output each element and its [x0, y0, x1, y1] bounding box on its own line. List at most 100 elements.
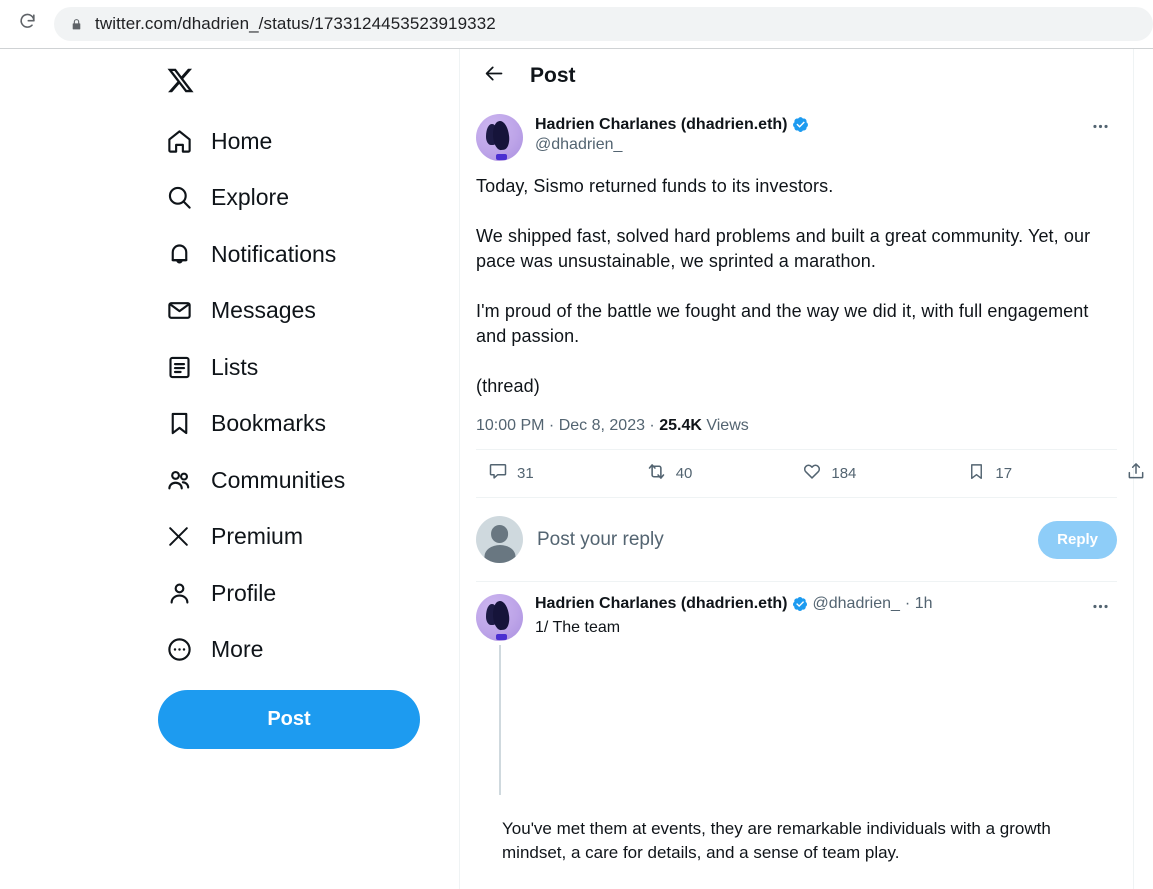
x-icon [166, 524, 206, 549]
sidebar-item-label: Profile [211, 579, 277, 606]
share-icon [1126, 461, 1146, 486]
bookmark-icon [166, 410, 206, 437]
list-icon [166, 354, 206, 381]
tweet-paragraph: I'm proud of the battle we fought and th… [476, 301, 1089, 346]
avatar-art-front [491, 119, 511, 151]
avatar[interactable] [476, 114, 523, 161]
sidebar-item-label: More [211, 636, 264, 663]
sidebar: Home Explore Notifications Messages List… [0, 49, 460, 889]
sidebar-item-label: Notifications [211, 240, 337, 267]
reply-author-handle[interactable]: @dhadrien_ [813, 594, 900, 614]
avatar[interactable] [476, 594, 523, 641]
back-button[interactable] [477, 59, 511, 93]
views-label: Views [706, 417, 749, 434]
page-body: Home Explore Notifications Messages List… [0, 49, 1153, 889]
current-user-avatar [476, 516, 523, 563]
reply-input[interactable]: Post your reply [537, 529, 1038, 551]
reply-author-display-name[interactable]: Hadrien Charlanes (dhadrien.eth) [535, 594, 788, 614]
retweet-icon [646, 461, 667, 487]
reply-paragraph: You've met them at events, they are rema… [502, 819, 1051, 862]
tweet-paragraph: (thread) [476, 376, 540, 396]
bookmark-icon [967, 462, 986, 486]
sidebar-item-home[interactable]: Home [158, 113, 459, 170]
reload-button[interactable] [8, 5, 46, 43]
x-logo-icon [166, 66, 195, 100]
sidebar-item-notifications[interactable]: Notifications [158, 226, 459, 283]
tweet-metadata: 10:00 PM · Dec 8, 2023 · 25.4K Views [476, 416, 1117, 436]
tweet-action-bar: 31 40 184 17 [476, 449, 1144, 498]
envelope-icon [166, 297, 206, 324]
reply-first-line: 1/ The team [535, 619, 621, 636]
author-display-name[interactable]: Hadrien Charlanes (dhadrien.eth) [535, 114, 788, 135]
tweet-text: Today, Sismo returned funds to its inves… [476, 174, 1117, 399]
sidebar-item-messages[interactable]: Messages [158, 283, 459, 340]
bookmark-action[interactable]: 17 [967, 462, 1012, 486]
sidebar-item-label: Messages [211, 297, 316, 324]
share-action[interactable] [1126, 461, 1146, 486]
thread-reply: Hadrien Charlanes (dhadrien.eth) @dhadri… [476, 582, 1117, 795]
comment-icon [488, 461, 508, 486]
avatar-art-base [495, 634, 507, 641]
sidebar-item-label: Explore [211, 184, 289, 211]
main-column: Post Hadrien Charlanes (dhadrien.eth) @d… [460, 49, 1144, 889]
avatar-art-base [495, 154, 507, 161]
sidebar-item-profile[interactable]: Profile [158, 565, 459, 622]
retweet-action[interactable]: 40 [646, 461, 692, 487]
reply-timestamp: · 1h [904, 595, 933, 612]
lock-icon [70, 17, 83, 32]
reply-submit-button[interactable]: Reply [1038, 520, 1117, 559]
sidebar-item-label: Communities [211, 466, 346, 493]
meta-sep-1: · [544, 417, 559, 434]
tweet-more-button[interactable] [1083, 112, 1117, 146]
more-circle-icon [166, 636, 206, 663]
sidebar-item-label: Lists [211, 353, 259, 380]
reload-icon [18, 12, 37, 36]
bell-icon [166, 241, 206, 268]
sidebar-item-label: Bookmarks [211, 410, 327, 437]
address-bar[interactable]: twitter.com/dhadrien_/status/17331244535… [54, 7, 1153, 41]
search-icon [166, 184, 206, 211]
main-header: Post [460, 49, 1133, 102]
sidebar-item-premium[interactable]: Premium [158, 509, 459, 566]
sidebar-item-label: Home [211, 127, 273, 154]
sidebar-item-communities[interactable]: Communities [158, 452, 459, 509]
more-horizontal-icon [1091, 117, 1110, 141]
thread-connector-line [498, 645, 501, 795]
verified-badge-icon [792, 596, 808, 612]
sidebar-item-bookmarks[interactable]: Bookmarks [158, 396, 459, 453]
reply-composer[interactable]: Post your reply Reply [476, 498, 1117, 582]
sidebar-item-lists[interactable]: Lists [158, 339, 459, 396]
back-arrow-icon [484, 63, 505, 89]
reply-count: 31 [517, 465, 534, 482]
sidebar-item-more[interactable]: More [158, 622, 459, 679]
views-count: 25.4K [659, 417, 702, 434]
bookmark-count: 17 [995, 465, 1013, 482]
reply-text: You've met them at events, they are rema… [502, 817, 1117, 889]
tweet-paragraph: We shipped fast, solved hard problems an… [476, 226, 1091, 271]
people-icon [166, 467, 206, 494]
avatar-art-front [491, 599, 511, 631]
x-logo-link[interactable] [158, 53, 459, 113]
tweet-date: Dec 8, 2023 [558, 417, 645, 434]
home-icon [166, 128, 206, 155]
tweet-detail: Hadrien Charlanes (dhadrien.eth) @dhadri… [460, 102, 1144, 889]
author-handle[interactable]: @dhadrien_ [535, 136, 1083, 154]
like-action[interactable]: 184 [802, 461, 856, 486]
tweet-author-row: Hadrien Charlanes (dhadrien.eth) @dhadri… [476, 102, 1117, 161]
like-count: 184 [831, 465, 857, 482]
tweet-paragraph: Today, Sismo returned funds to its inves… [476, 176, 834, 196]
tweet-time: 10:00 PM [476, 417, 545, 434]
person-icon [166, 580, 206, 607]
heart-icon [802, 461, 822, 486]
post-button[interactable]: Post [158, 690, 420, 749]
sidebar-item-label: Premium [211, 523, 304, 550]
sidebar-item-explore[interactable]: Explore [158, 170, 459, 227]
meta-sep-2: · [644, 417, 660, 434]
more-horizontal-icon [1091, 597, 1110, 621]
url-text: twitter.com/dhadrien_/status/17331244535… [95, 14, 496, 33]
verified-badge-icon [792, 116, 809, 133]
browser-toolbar: twitter.com/dhadrien_/status/17331244535… [0, 0, 1153, 49]
reply-more-button[interactable] [1083, 592, 1117, 626]
reply-action[interactable]: 31 [488, 461, 534, 486]
page-title: Post [530, 63, 576, 87]
